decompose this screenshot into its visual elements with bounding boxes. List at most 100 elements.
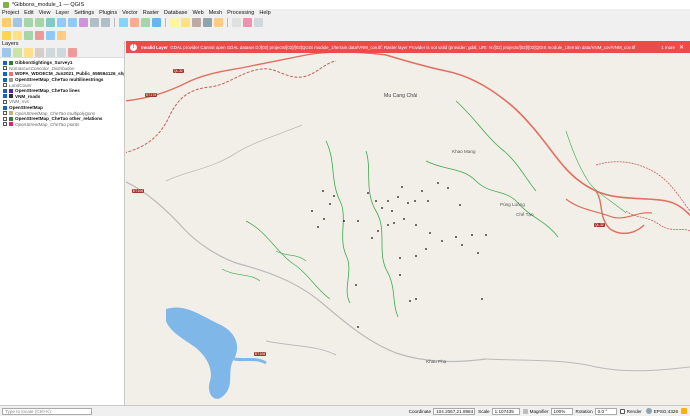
zoom-to-selection-icon[interactable] [57, 18, 66, 27]
annotation-icon[interactable] [243, 18, 252, 27]
expand-all-icon[interactable] [46, 48, 55, 57]
toolbar-separator [227, 18, 228, 27]
sighting-point [399, 257, 401, 259]
sighting-point [399, 274, 401, 276]
zoom-last-icon[interactable] [90, 18, 99, 27]
zoom-in-icon[interactable] [24, 18, 33, 27]
menu-database[interactable]: Database [164, 10, 188, 16]
road-badge-2: ĐT.175 [145, 93, 158, 97]
menu-project[interactable]: Project [2, 10, 19, 16]
sighting-point [414, 200, 416, 202]
coordinate-field[interactable]: 104.2067,21.8984 [433, 407, 476, 415]
manage-map-themes-icon[interactable] [24, 48, 33, 57]
message-title: Invalid Layer [141, 44, 168, 50]
layer-visibility-checkbox[interactable] [3, 71, 7, 76]
zoom-out-icon[interactable] [35, 18, 44, 27]
menu-settings[interactable]: Settings [74, 10, 94, 16]
sighting-point [343, 220, 345, 222]
render-checkbox[interactable] [619, 408, 625, 414]
sighting-point [355, 284, 357, 286]
pan-icon[interactable] [2, 18, 11, 27]
sighting-point [322, 190, 324, 192]
layer-visibility-checkbox[interactable] [3, 88, 7, 93]
collapse-all-icon[interactable] [57, 48, 66, 57]
road-badge-4: QL.32 [594, 223, 605, 227]
menu-mesh[interactable]: Mesh [209, 10, 222, 16]
layer-visibility-checkbox[interactable] [3, 99, 7, 104]
sighting-point [429, 232, 431, 234]
sighting-point [455, 236, 457, 238]
map-label-town: Mu Cang Chải [384, 93, 418, 99]
layer-visibility-checkbox[interactable] [3, 60, 7, 65]
menu-vector[interactable]: Vector [122, 10, 138, 16]
message-close-icon[interactable]: ✕ [679, 44, 684, 51]
temporal-icon[interactable] [130, 18, 139, 27]
zoom-native-icon[interactable] [79, 18, 88, 27]
menu-edit[interactable]: Edit [24, 10, 33, 16]
sighting-point [387, 200, 389, 202]
rotation-field[interactable]: 0.0 ° [594, 407, 617, 415]
add-group-icon[interactable] [13, 48, 22, 57]
remove-layer-icon[interactable] [68, 48, 77, 57]
new-shapefile-icon[interactable] [13, 30, 22, 40]
text-annotation-icon[interactable] [254, 18, 263, 27]
layer-visibility-checkbox[interactable] [3, 116, 7, 121]
messages-icon[interactable] [681, 408, 687, 414]
open-layer-styling-icon[interactable] [2, 48, 11, 57]
layer-visibility-checkbox[interactable] [3, 94, 7, 99]
add-raster-icon[interactable] [35, 30, 44, 40]
scale-field[interactable]: 1:107435 [491, 407, 520, 415]
refresh-icon[interactable] [141, 18, 150, 27]
zoom-next-icon[interactable] [101, 18, 110, 27]
menu-view[interactable]: View [39, 10, 51, 16]
pan-to-selection-icon[interactable] [13, 18, 22, 27]
menu-processing[interactable]: Processing [227, 10, 254, 16]
layer-visibility-checkbox[interactable] [3, 122, 7, 127]
select-icon[interactable] [170, 18, 179, 27]
zoom-full-icon[interactable] [46, 18, 55, 27]
layer-item[interactable]: WDPA_WDOECM_Jun2021_Public_555594126_shp… [3, 71, 124, 77]
lock-scale-icon[interactable] [522, 408, 528, 414]
sighting-point [437, 182, 439, 184]
magnifier-field[interactable]: 100% [550, 407, 573, 415]
message-more-link[interactable]: 1 more [661, 45, 675, 50]
open-data-source-manager-icon[interactable] [2, 30, 11, 40]
sighting-point [391, 210, 393, 212]
sighting-point [421, 190, 423, 192]
menu-plugins[interactable]: Plugins [99, 10, 117, 16]
layer-visibility-checkbox[interactable] [3, 66, 7, 71]
crs-globe-icon[interactable] [645, 408, 652, 414]
sighting-point [471, 234, 473, 236]
crs-label[interactable]: EPSG:4326 [654, 409, 678, 414]
measure-icon[interactable] [214, 18, 223, 27]
statistics-icon[interactable] [203, 18, 212, 27]
field-calculator-icon[interactable] [192, 18, 201, 27]
layer-visibility-checkbox[interactable] [3, 77, 7, 82]
python-console-icon[interactable] [57, 30, 66, 40]
warning-icon: ! [130, 43, 137, 51]
menu-layer[interactable]: Layer [55, 10, 69, 16]
menu-raster[interactable]: Raster [143, 10, 159, 16]
new-map-view-icon[interactable] [119, 18, 128, 27]
digitize-icon[interactable] [46, 30, 55, 40]
menu-help[interactable]: Help [259, 10, 270, 16]
filter-legend-icon[interactable] [35, 48, 44, 57]
layer-visibility-checkbox[interactable] [3, 83, 7, 88]
deselect-icon[interactable] [181, 18, 190, 27]
add-vector-icon[interactable] [24, 30, 33, 40]
sighting-point [357, 326, 359, 328]
map-canvas[interactable]: QL.32 ĐT.175 ĐT.106 QL.32 ĐT.106 Mu Cang… [126, 41, 690, 405]
sighting-point [367, 192, 369, 194]
layer-label: WDPA_WDOECM_Jun2021_Public_555594126_shp… [15, 71, 124, 77]
layer-visibility-checkbox[interactable] [3, 105, 7, 110]
zoom-to-layer-icon[interactable] [68, 18, 77, 27]
layer-label: OpenStreetMap [9, 105, 43, 111]
menu-web[interactable]: Web [192, 10, 203, 16]
map-tips-icon[interactable] [232, 18, 241, 27]
locator-search-input[interactable]: Type to locate (Ctrl+K) [2, 407, 92, 415]
layer-item[interactable]: OpenStreetMap_CheTao points [3, 122, 124, 128]
layer-symbol-icon [9, 122, 13, 127]
layer-visibility-checkbox[interactable] [3, 111, 7, 116]
layers-panel-title: Layers [0, 41, 124, 48]
identify-icon[interactable] [152, 18, 161, 27]
